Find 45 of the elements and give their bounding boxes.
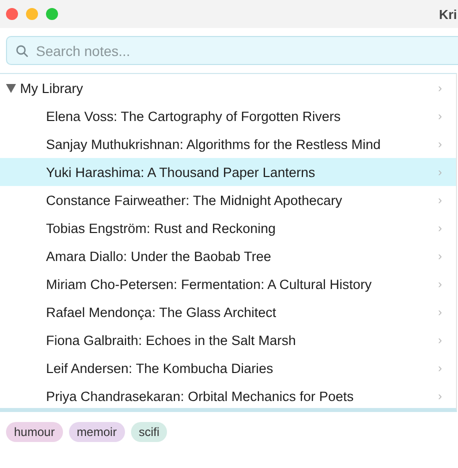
tree-item[interactable]: Amara Diallo: Under the Baobab Tree › — [0, 242, 456, 270]
tree-item[interactable]: Priya Chandrasekaran: Orbital Mechanics for Poets › — [0, 382, 456, 408]
tree-item[interactable]: Rafael Mendonça: The Glass Architect › — [0, 298, 456, 326]
chevron-icon: › — [438, 109, 442, 123]
tree-item[interactable]: Yuki Harashima: A Thousand Paper Lanterns › — [0, 158, 456, 186]
item-label: Amara Diallo: Under the Baobab Tree — [46, 248, 272, 264]
tree-item[interactable]: Sanjay Muthukrishnan: Algorithms for the Restless Mind › — [0, 130, 456, 158]
window-title: Kri — [438, 6, 458, 22]
tag[interactable]: humour — [6, 422, 63, 442]
disclosure-triangle-icon[interactable] — [6, 84, 16, 92]
item-label: Elena Voss: The Cartography of Forgotten Rivers — [46, 108, 342, 124]
item-label: Miriam Cho-Petersen: Fermentation: A Cultural History — [46, 276, 373, 292]
search-field[interactable]: Search notes... — [6, 36, 458, 65]
item-label: Priya Chandrasekaran: Orbital Mechanics for Poets — [46, 388, 355, 404]
tree-item[interactable]: Tobias Engström: Rust and Reckoning › — [0, 214, 456, 242]
item-label: Tobias Engström: Rust and Reckoning — [46, 220, 277, 236]
chevron-icon: › — [438, 137, 442, 151]
chevron-icon: › — [438, 193, 442, 207]
chevron-icon: › — [438, 81, 442, 95]
tree-item[interactable]: Fiona Galbraith: Echoes in the Salt Marsh › — [0, 326, 456, 354]
close-button[interactable] — [6, 8, 18, 20]
chevron-icon: › — [438, 333, 442, 347]
zoom-button[interactable] — [46, 8, 58, 20]
tag[interactable]: scifi — [130, 422, 168, 442]
chevron-icon: › — [438, 165, 442, 179]
item-label: Sanjay Muthukrishnan: Algorithms for the Restless Mind — [46, 136, 382, 152]
tree-item[interactable]: My Library › — [0, 74, 456, 102]
item-label: Fiona Galbraith: Echoes in the Salt Marsh — [46, 332, 297, 348]
tree-item[interactable]: Leif Andersen: The Kombucha Diaries › — [0, 354, 456, 382]
minimize-button[interactable] — [26, 8, 38, 20]
chevron-icon: › — [438, 305, 442, 319]
item-label: My Library — [20, 80, 84, 96]
item-label: Leif Andersen: The Kombucha Diaries — [46, 360, 274, 376]
tree-item[interactable]: Elena Voss: The Cartography of Forgotten Rivers › — [0, 102, 456, 130]
chevron-icon: › — [438, 361, 442, 375]
tag[interactable]: memoir — [68, 422, 125, 442]
tree-item[interactable]: Miriam Cho-Petersen: Fermentation: A Cultural History › — [0, 270, 456, 298]
chevron-icon: › — [438, 249, 442, 263]
tree-item[interactable]: Constance Fairweather: The Midnight Apothecary › — [0, 186, 456, 214]
item-label: Constance Fairweather: The Midnight Apothecary — [46, 192, 344, 208]
chevron-icon: › — [438, 221, 442, 235]
chevron-icon: › — [438, 277, 442, 291]
item-label: Yuki Harashima: A Thousand Paper Lanterns — [46, 164, 316, 180]
item-label: Rafael Mendonça: The Glass Architect — [46, 304, 278, 320]
chevron-icon: › — [438, 389, 442, 403]
